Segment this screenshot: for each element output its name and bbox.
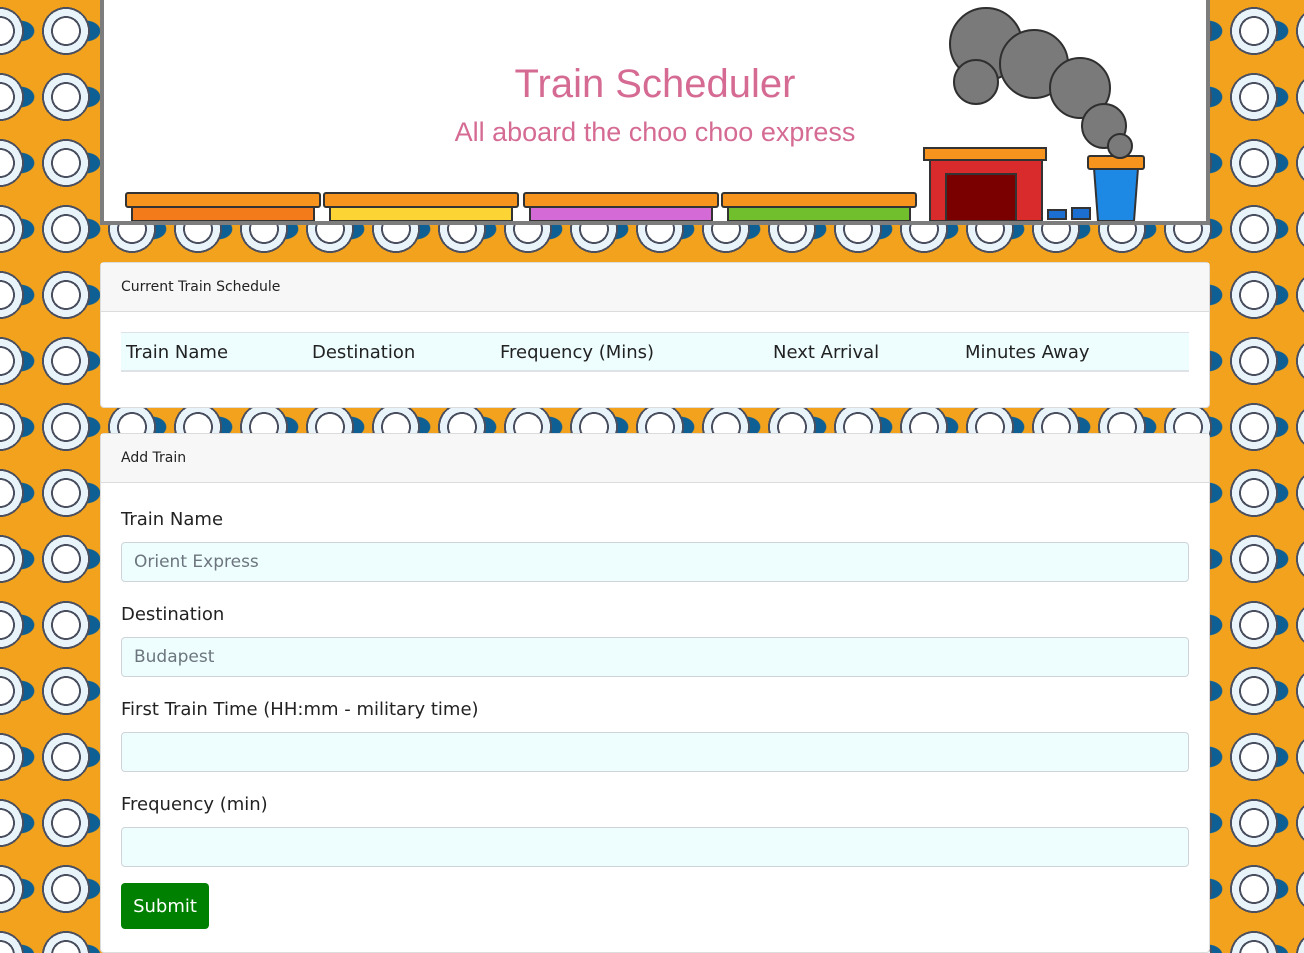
submit-button[interactable]: Submit — [121, 883, 209, 929]
train-car-yellow — [323, 192, 519, 221]
first-train-time-label: First Train Time (HH:mm - military time) — [121, 699, 479, 720]
first-train-time-input[interactable] — [121, 732, 1189, 772]
schedule-panel: Current Train Schedule Train Name Destin… — [100, 262, 1210, 408]
train-name-input[interactable] — [121, 542, 1189, 582]
destination-label: Destination — [121, 604, 225, 625]
schedule-table-header: Train Name Destination Frequency (Mins) … — [121, 332, 1189, 372]
add-train-panel: Add Train Train Name Destination First T… — [100, 433, 1210, 953]
frequency-label: Frequency (min) — [121, 794, 268, 815]
train-car-green — [721, 192, 917, 221]
page-subtitle: All aboard the choo choo express — [454, 117, 856, 147]
train-name-label: Train Name — [121, 509, 224, 530]
destination-input[interactable] — [121, 637, 1189, 677]
column-minutes-away: Minutes Away — [965, 342, 1090, 363]
train-illustration — [125, 7, 1145, 221]
column-train-name: Train Name — [126, 342, 229, 363]
train-car-purple — [523, 192, 719, 221]
page-title: Train Scheduler — [514, 62, 796, 106]
locomotive-cabin — [923, 147, 1091, 221]
frequency-input[interactable] — [121, 827, 1189, 867]
column-next-arrival: Next Arrival — [773, 342, 880, 363]
add-train-heading: Add Train — [101, 434, 1209, 483]
column-frequency: Frequency (Mins) — [500, 342, 655, 363]
header-banner: Train Scheduler All aboard the choo choo… — [100, 0, 1210, 225]
train-car-orange — [125, 192, 321, 221]
locomotive-chimney — [1087, 155, 1145, 221]
column-destination: Destination — [312, 342, 416, 363]
schedule-heading: Current Train Schedule — [101, 263, 1209, 312]
